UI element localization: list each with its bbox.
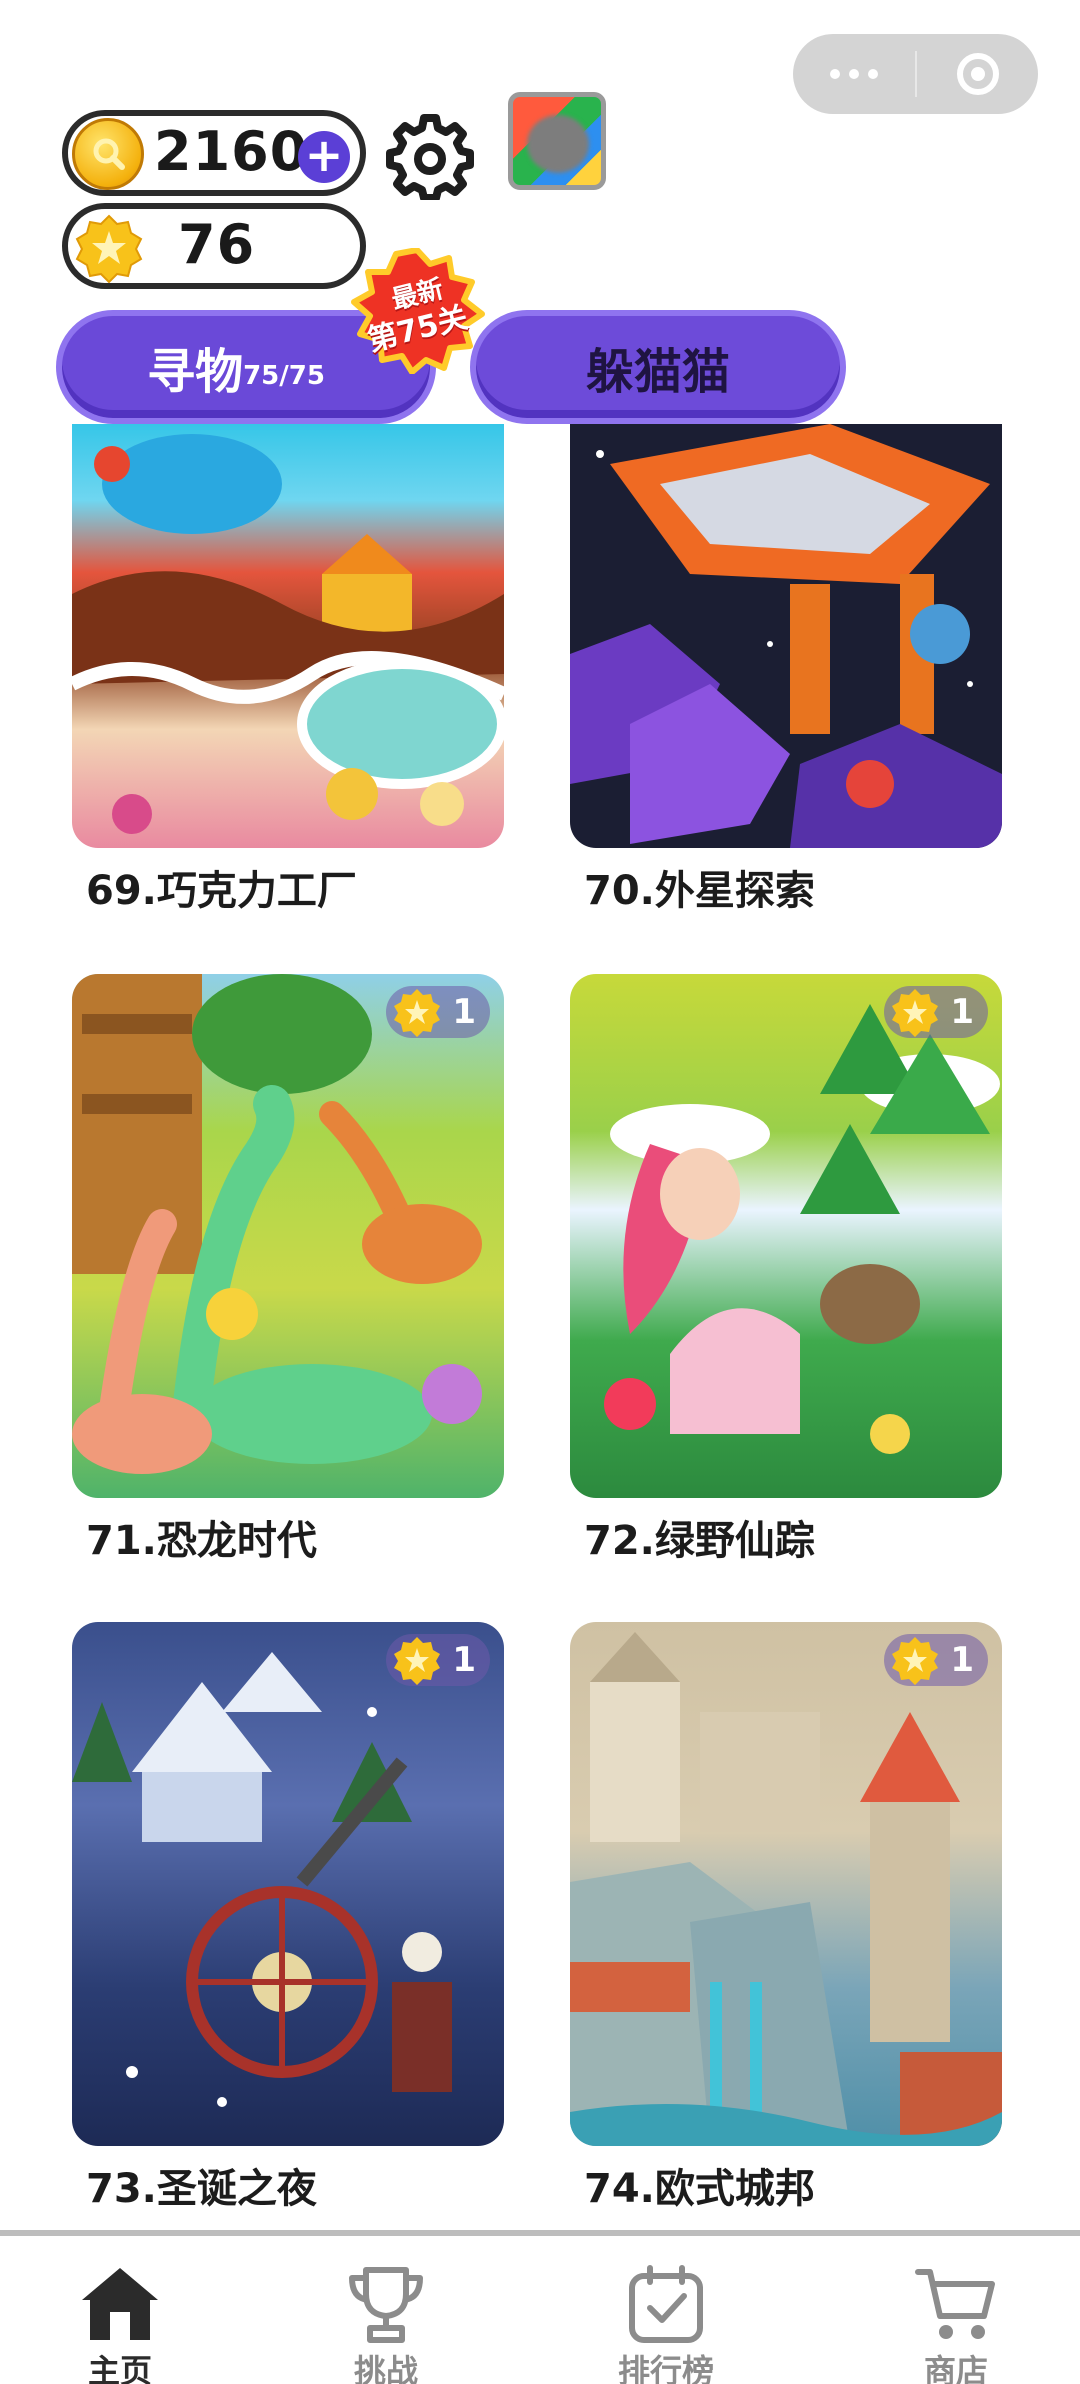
level-stars: 1: [386, 986, 490, 1038]
level-stars: 1: [386, 1634, 490, 1686]
coin-count: 2160: [154, 120, 309, 183]
app-root: { "header": { "coins": "2160", "stars": …: [0, 0, 1080, 2384]
medal-icon: [394, 1637, 441, 1685]
nav-challenge-label: 挑战: [353, 2352, 418, 2384]
medal-icon: [892, 1637, 939, 1685]
level-stars: 1: [884, 1634, 988, 1686]
level-thumbnail: 1: [570, 974, 1002, 1498]
new-level-badge: 最新 第75关: [346, 248, 488, 374]
level-thumbnail: [72, 424, 504, 848]
level-thumbnail: 1: [72, 974, 504, 1498]
level-thumbnail: 1: [72, 1622, 504, 2146]
calendar-check-icon: [629, 2265, 703, 2343]
level-star-count: 1: [950, 992, 974, 1032]
trophy-icon: [349, 2267, 423, 2343]
level-thumbnail: [570, 424, 1002, 848]
level-name: 72.绿野仙踪: [584, 1518, 815, 1564]
level-card-69[interactable]: 69.巧克力工厂: [72, 424, 504, 914]
dot: [830, 69, 840, 79]
level-name: 69.巧克力工厂: [86, 868, 357, 914]
medal-icon: [892, 989, 939, 1037]
star-balance: 76: [62, 203, 366, 289]
nav-home-label: 主页: [87, 2352, 152, 2384]
level-stars: 1: [884, 986, 988, 1038]
tab-find-progress: 75/75: [243, 361, 325, 391]
nav-challenge[interactable]: 挑战: [306, 2264, 466, 2384]
level-star-count: 1: [452, 992, 476, 1032]
level-card-71[interactable]: 1 71.恐龙时代: [72, 974, 504, 1564]
avatar[interactable]: [508, 92, 606, 190]
close-miniprogram-button[interactable]: [917, 34, 1038, 114]
more-menu-button[interactable]: [793, 34, 915, 114]
home-icon: [82, 2268, 158, 2340]
target-icon: [956, 53, 999, 95]
level-card-74[interactable]: 1 74.欧式城邦: [570, 1622, 1002, 2212]
level-grid: 69.巧克力工厂 70.外星探索 1 71.恐龙时代 1 72.绿野仙踪 1 7…: [0, 424, 1080, 2234]
nav-home[interactable]: 主页: [40, 2264, 200, 2384]
nav-shop[interactable]: 商店: [876, 2264, 1036, 2384]
level-name: 71.恐龙时代: [86, 1518, 317, 1564]
coin-balance: 2160 +: [62, 110, 366, 196]
level-name: 70.外星探索: [584, 868, 815, 914]
nav-shop-label: 商店: [923, 2352, 988, 2384]
level-card-73[interactable]: 1 73.圣诞之夜: [72, 1622, 504, 2212]
miniprogram-capsule: [793, 34, 1038, 114]
medal-icon: [75, 214, 143, 283]
level-star-count: 1: [452, 1640, 476, 1680]
level-name: 74.欧式城邦: [584, 2166, 815, 2212]
medal-icon: [394, 989, 441, 1037]
dot: [868, 69, 878, 79]
level-thumbnail: 1: [570, 1622, 1002, 2146]
star-count: 76: [178, 213, 256, 276]
bottom-nav: 主页 挑战 排行榜 商店: [0, 2236, 1080, 2384]
level-card-70[interactable]: 70.外星探索: [570, 424, 1002, 914]
add-coins-button[interactable]: +: [298, 131, 350, 183]
coin-icon: [72, 118, 144, 190]
gear-icon[interactable]: [386, 112, 474, 200]
nav-leaderboard[interactable]: 排行榜: [586, 2264, 746, 2384]
level-card-72[interactable]: 1 72.绿野仙踪: [570, 974, 1002, 1564]
nav-leaderboard-label: 排行榜: [617, 2352, 714, 2384]
level-name: 73.圣诞之夜: [86, 2166, 317, 2212]
level-star-count: 1: [950, 1640, 974, 1680]
dot: [849, 69, 859, 79]
tab-hide-and-seek[interactable]: 躲猫猫: [470, 310, 846, 424]
tab-find-label: 寻物: [147, 344, 244, 400]
cart-icon: [915, 2269, 995, 2339]
tab-hide-label: 躲猫猫: [585, 344, 730, 400]
